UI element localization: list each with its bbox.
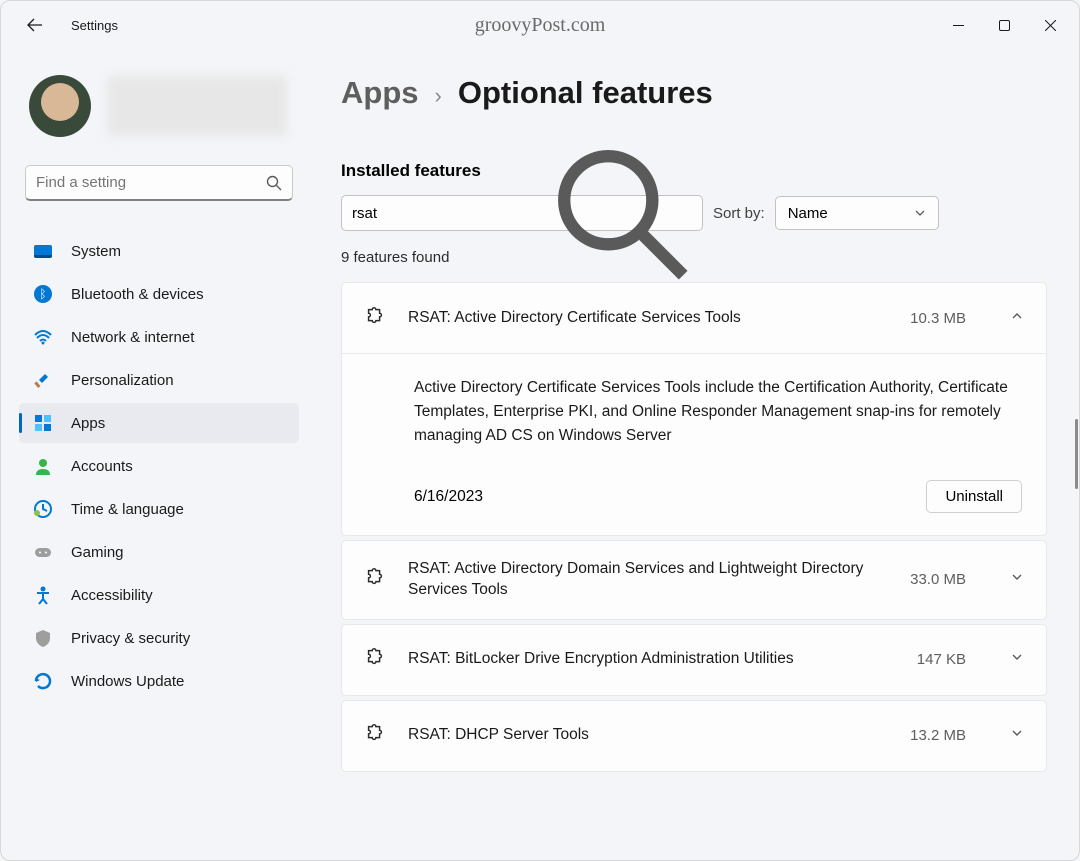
system-icon — [33, 241, 53, 261]
features-search-box[interactable] — [341, 195, 703, 231]
app-title: Settings — [71, 18, 118, 33]
breadcrumb-separator: › — [435, 83, 442, 109]
bluetooth-icon: ᛒ — [33, 284, 53, 304]
feature-header[interactable]: RSAT: DHCP Server Tools 13.2 MB — [342, 701, 1046, 771]
sidebar-item-update[interactable]: Windows Update — [19, 661, 299, 701]
sidebar-item-personalize[interactable]: Personalization — [19, 360, 299, 400]
sidebar: System ᛒ Bluetooth & devices Network & inte… — [1, 49, 311, 860]
sort-value: Name — [788, 205, 828, 222]
feature-name: RSAT: BitLocker Drive Encryption Adminis… — [408, 649, 883, 670]
feature-size: 33.0 MB — [910, 571, 966, 588]
feature-header[interactable]: RSAT: Active Directory Domain Services a… — [342, 541, 1046, 619]
chevron-down-icon — [988, 726, 1024, 745]
feature-description: Active Directory Certificate Services To… — [414, 376, 1022, 448]
feature-name: RSAT: Active Directory Certificate Servi… — [408, 308, 876, 329]
scrollbar-thumb[interactable] — [1075, 419, 1078, 489]
feature-item: RSAT: DHCP Server Tools 13.2 MB — [341, 700, 1047, 772]
sidebar-item-label: Network & internet — [71, 329, 194, 346]
feature-details: Active Directory Certificate Services To… — [342, 353, 1046, 535]
accessibility-icon — [33, 585, 53, 605]
breadcrumb-parent[interactable]: Apps — [341, 75, 419, 111]
sort-dropdown[interactable]: Name — [775, 196, 939, 230]
titlebar: Settings groovyPost.com — [1, 1, 1079, 49]
breadcrumb-current: Optional features — [458, 75, 713, 111]
chevron-down-icon — [914, 207, 926, 219]
sidebar-item-time[interactable]: Time & language — [19, 489, 299, 529]
maximize-button[interactable] — [981, 9, 1027, 41]
network-icon — [33, 327, 53, 347]
feature-item: RSAT: Active Directory Domain Services a… — [341, 540, 1047, 620]
feature-item: RSAT: Active Directory Certificate Servi… — [341, 282, 1047, 536]
puzzle-icon — [364, 566, 386, 593]
window-controls — [935, 9, 1073, 41]
chevron-down-icon — [988, 650, 1024, 669]
result-count: 9 features found — [341, 249, 1047, 266]
back-button[interactable] — [15, 5, 55, 45]
feature-name: RSAT: Active Directory Domain Services a… — [408, 559, 876, 601]
uninstall-button[interactable]: Uninstall — [926, 480, 1022, 513]
chevron-up-icon — [988, 309, 1024, 328]
puzzle-icon — [364, 305, 386, 332]
sidebar-item-apps[interactable]: Apps — [19, 403, 299, 443]
sidebar-item-label: Personalization — [71, 372, 174, 389]
sidebar-item-label: Windows Update — [71, 673, 184, 690]
avatar — [29, 75, 91, 137]
user-info-redacted — [107, 76, 287, 136]
sidebar-item-network[interactable]: Network & internet — [19, 317, 299, 357]
nav: System ᛒ Bluetooth & devices Network & inte… — [19, 231, 299, 860]
sidebar-item-bluetooth[interactable]: ᛒ Bluetooth & devices — [19, 274, 299, 314]
sidebar-item-accounts[interactable]: Accounts — [19, 446, 299, 486]
feature-size: 13.2 MB — [910, 727, 966, 744]
filter-row: Sort by: Name — [341, 195, 1047, 231]
sidebar-item-label: Accessibility — [71, 587, 153, 604]
sort-label: Sort by: — [713, 205, 765, 222]
feature-header[interactable]: RSAT: BitLocker Drive Encryption Adminis… — [342, 625, 1046, 695]
watermark-text: groovyPost.com — [475, 14, 606, 37]
sidebar-item-label: System — [71, 243, 121, 260]
feature-header[interactable]: RSAT: Active Directory Certificate Servi… — [342, 283, 1046, 353]
search-icon — [551, 143, 692, 284]
minimize-button[interactable] — [935, 9, 981, 41]
features-search-input[interactable] — [352, 205, 551, 222]
sidebar-item-label: Accounts — [71, 458, 133, 475]
sidebar-item-label: Gaming — [71, 544, 124, 561]
breadcrumb: Apps › Optional features — [341, 75, 1047, 111]
sidebar-item-accessibility[interactable]: Accessibility — [19, 575, 299, 615]
main-content: Apps › Optional features Installed featu… — [311, 49, 1079, 860]
gaming-icon — [33, 542, 53, 562]
sidebar-item-label: Apps — [71, 415, 105, 432]
update-icon — [33, 671, 53, 691]
sidebar-item-label: Bluetooth & devices — [71, 286, 204, 303]
puzzle-icon — [364, 646, 386, 673]
search-input[interactable] — [36, 174, 266, 191]
chevron-down-icon — [988, 570, 1024, 589]
accounts-icon — [33, 456, 53, 476]
feature-install-date: 6/16/2023 — [414, 488, 483, 506]
feature-size: 10.3 MB — [910, 310, 966, 327]
sidebar-item-label: Time & language — [71, 501, 184, 518]
privacy-icon — [33, 628, 53, 648]
feature-size: 147 KB — [917, 651, 966, 668]
sidebar-item-label: Privacy & security — [71, 630, 190, 647]
feature-name: RSAT: DHCP Server Tools — [408, 725, 876, 746]
puzzle-icon — [364, 722, 386, 749]
search-icon — [266, 175, 282, 191]
settings-search[interactable] — [25, 165, 293, 201]
feature-item: RSAT: BitLocker Drive Encryption Adminis… — [341, 624, 1047, 696]
time-icon — [33, 499, 53, 519]
apps-icon — [33, 413, 53, 433]
personalize-icon — [33, 370, 53, 390]
sidebar-item-system[interactable]: System — [19, 231, 299, 271]
user-profile[interactable] — [19, 49, 299, 165]
feature-list: RSAT: Active Directory Certificate Servi… — [341, 282, 1047, 792]
installed-features-heading: Installed features — [341, 161, 1047, 181]
sidebar-item-gaming[interactable]: Gaming — [19, 532, 299, 572]
close-button[interactable] — [1027, 9, 1073, 41]
sidebar-item-privacy[interactable]: Privacy & security — [19, 618, 299, 658]
